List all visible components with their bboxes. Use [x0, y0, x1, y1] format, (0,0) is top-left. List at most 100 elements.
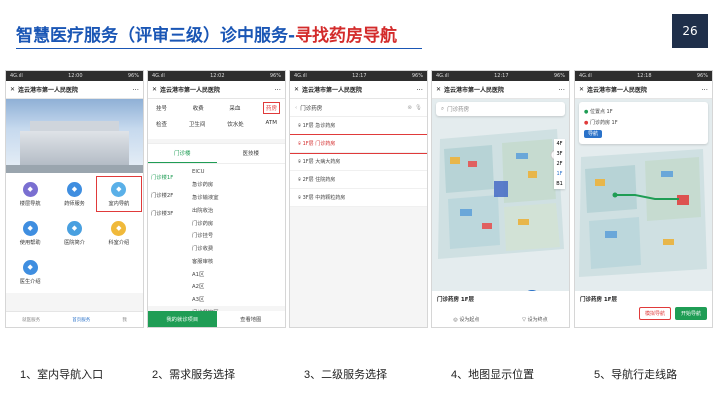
status-bar: 4G.ıll 12:00 96%	[6, 71, 143, 81]
floor-button[interactable]: 4F	[554, 139, 565, 149]
service-option[interactable]: 药房	[262, 102, 280, 114]
grid-item[interactable]: ◆ 科室介绍	[97, 216, 141, 250]
floor-item[interactable]: 门诊楼1F	[148, 168, 192, 186]
mic-icon[interactable]: 🎙	[415, 105, 422, 111]
result-item[interactable]: ⌾ 1F层 大病大药房	[290, 153, 427, 171]
place-item[interactable]: 门诊收费	[192, 242, 285, 255]
grid-item-label: 药师服务	[64, 200, 85, 207]
grid-item[interactable]: ◆ 楼层导航	[8, 177, 52, 211]
place-item[interactable]: A1区	[192, 267, 285, 280]
building-image	[20, 121, 129, 165]
caption-2: 2、需求服务选择	[152, 369, 236, 381]
route-to[interactable]: ● 门诊药房 1F	[584, 117, 703, 128]
more-icon[interactable]: ···	[701, 86, 708, 94]
service-option[interactable]: 检查	[154, 119, 169, 129]
more-icon[interactable]: ···	[558, 86, 565, 94]
floor-item[interactable]: 门诊楼3F	[148, 204, 192, 222]
phone-screenshot-5: 4G.ıll 12:18 96% ✕ 连云港市第一人民医院 ··· ● 位置点 …	[574, 70, 713, 328]
result-item[interactable]: ⌾ 2F层 住院药房	[290, 171, 427, 189]
status-bar: 4G.ıll 12:17 96%	[432, 71, 569, 81]
tab-home[interactable]: 首页服务	[72, 317, 90, 323]
set-start-label: 设为起点	[459, 317, 480, 323]
title-main: 智慧医疗服务（评审三级）诊中服务-	[16, 25, 296, 46]
grid-item-label: 科室介绍	[108, 239, 130, 246]
floor-button[interactable]: 2F	[554, 159, 565, 169]
route-from[interactable]: ● 位置点 1F	[584, 106, 703, 117]
status-bar: 4G.ıll 12:17 96%	[290, 71, 427, 81]
hospital-name: 连云港市第一人民医院	[444, 87, 505, 94]
tab-medical[interactable]: 就医服务	[22, 317, 40, 323]
result-item[interactable]: ⌾ 1F层 门诊药房	[290, 134, 427, 154]
page-number: 26	[672, 14, 708, 48]
result-text: 1F层 急诊药房	[302, 123, 336, 129]
tab-me[interactable]: 我	[122, 317, 127, 323]
grid-item[interactable]: ◆ 药师服务	[52, 177, 96, 211]
place-title: 门诊药房 1F层	[437, 297, 474, 303]
floor-item[interactable]: 门诊楼2F	[148, 186, 192, 204]
place-item[interactable]: 门诊药房	[192, 216, 285, 229]
nav-bar: ✕ 连云港市第一人民医院 ···	[6, 81, 143, 99]
place-item[interactable]: EICU	[192, 167, 285, 178]
more-icon[interactable]: ···	[416, 86, 423, 94]
status-time: 12:18	[637, 73, 652, 79]
service-option[interactable]: 收费	[191, 103, 206, 113]
layers-icon: ◆	[22, 181, 38, 197]
service-option[interactable]: 挂号	[154, 103, 169, 113]
place-item[interactable]: 门诊挂号	[192, 229, 285, 242]
grid-item[interactable]: ◆ 使用帮助	[8, 216, 52, 250]
grid-item[interactable]: ◆ 医生介绍	[8, 255, 52, 289]
caption-5: 5、导航行走线路	[594, 369, 678, 381]
floor-button[interactable]: 3F	[554, 149, 565, 159]
result-item[interactable]: ⌾ 3F层 中药颗粒药房	[290, 189, 427, 207]
my-visits-button[interactable]: 我的就诊项目	[148, 311, 217, 327]
signal-text: 4G.ıll	[436, 73, 449, 79]
map-search-bar[interactable]: ⌕ 门诊药房	[436, 102, 565, 116]
service-option[interactable]: 卫生间	[187, 119, 208, 129]
start-nav-button[interactable]: 开始导航	[674, 307, 707, 320]
floor-button[interactable]: 1F	[554, 169, 565, 179]
battery-text: 96%	[696, 73, 708, 79]
more-icon[interactable]: ···	[274, 86, 281, 94]
grid-item[interactable]: ◆ 室内导航	[95, 176, 142, 212]
map-search-text: 门诊药房	[447, 107, 470, 113]
grid-item[interactable]: ◆ 医院简介	[52, 216, 96, 250]
place-item[interactable]: 客服审核	[192, 254, 285, 267]
set-start-button[interactable]: ◎ 设为起点	[453, 316, 479, 323]
route-to-text: 门诊药房 1F	[589, 120, 618, 126]
service-option[interactable]: ATM	[264, 119, 279, 129]
indoor-map-icon: ◆	[111, 181, 127, 197]
indoor-map[interactable]: ● 位置点 1F ● 门诊药房 1F 导航 门诊药房 1F层 模拟导航 开始导航	[575, 99, 712, 327]
place-list: EICU 急诊药房 急诊输液室 出院收治 门诊药房 门诊挂号 门诊收费 客服审核 A1区 A2区 A…	[192, 164, 285, 327]
nav-bar: ✕ 连云港市第一人民医院 ···	[148, 81, 285, 99]
set-end-button[interactable]: ▽ 设为终点	[522, 316, 547, 323]
place-item[interactable]: A3区	[192, 293, 285, 306]
floor-button[interactable]: B1	[554, 179, 565, 189]
service-option[interactable]: 采血	[227, 103, 242, 113]
search-bar[interactable]: ‹ 门诊药房 ⊗ 🎙	[290, 99, 427, 117]
slide-title: 智慧医疗服务（评审三级）诊中服务- 寻找药房导航	[16, 18, 397, 48]
service-selector: 挂号 收费 采血 药房 检查 卫生间 饮水处 ATM	[148, 99, 285, 139]
more-icon[interactable]: ···	[132, 86, 139, 94]
start-dot-icon: ●	[584, 109, 589, 115]
mode-chip[interactable]: 导航	[584, 130, 603, 138]
place-item[interactable]: A2区	[192, 280, 285, 293]
simulate-nav-button[interactable]: 模拟导航	[638, 307, 671, 320]
clear-icon[interactable]: ⊗	[407, 105, 412, 111]
phone-screenshot-4: 4G.ıll 12:17 96% ✕ 连云港市第一人民医院 ··· ⌕ 门诊药房…	[431, 70, 570, 328]
service-option[interactable]: 饮水处	[225, 119, 246, 129]
result-item[interactable]: ⌾ 1F层 急诊药房	[290, 117, 427, 135]
place-item[interactable]: 急诊药房	[192, 178, 285, 191]
grid-item-label: 室内导航	[108, 200, 130, 207]
place-item[interactable]: 急诊输液室	[192, 191, 285, 204]
indoor-map[interactable]: ? ⌕ 门诊药房 4F3F2F1FB1 门诊药房 1F层 ◎ 设为起点 ▽ 设为…	[432, 99, 569, 327]
view-map-button[interactable]: 查看地图	[216, 311, 285, 327]
battery-text: 96%	[127, 73, 139, 79]
nav-actions: 模拟导航 开始导航	[638, 307, 707, 320]
banner-road	[6, 165, 143, 173]
floor-switcher: 4F 3F 2F 1F B1	[554, 139, 565, 189]
place-item[interactable]: 出院收治	[192, 203, 285, 216]
tab-outpatient[interactable]: 门诊楼	[148, 144, 217, 163]
search-input[interactable]: 门诊药房	[297, 104, 407, 112]
service-row-1: 挂号 收费 采血 药房	[154, 102, 280, 114]
tab-medtech[interactable]: 医技楼	[217, 144, 286, 163]
